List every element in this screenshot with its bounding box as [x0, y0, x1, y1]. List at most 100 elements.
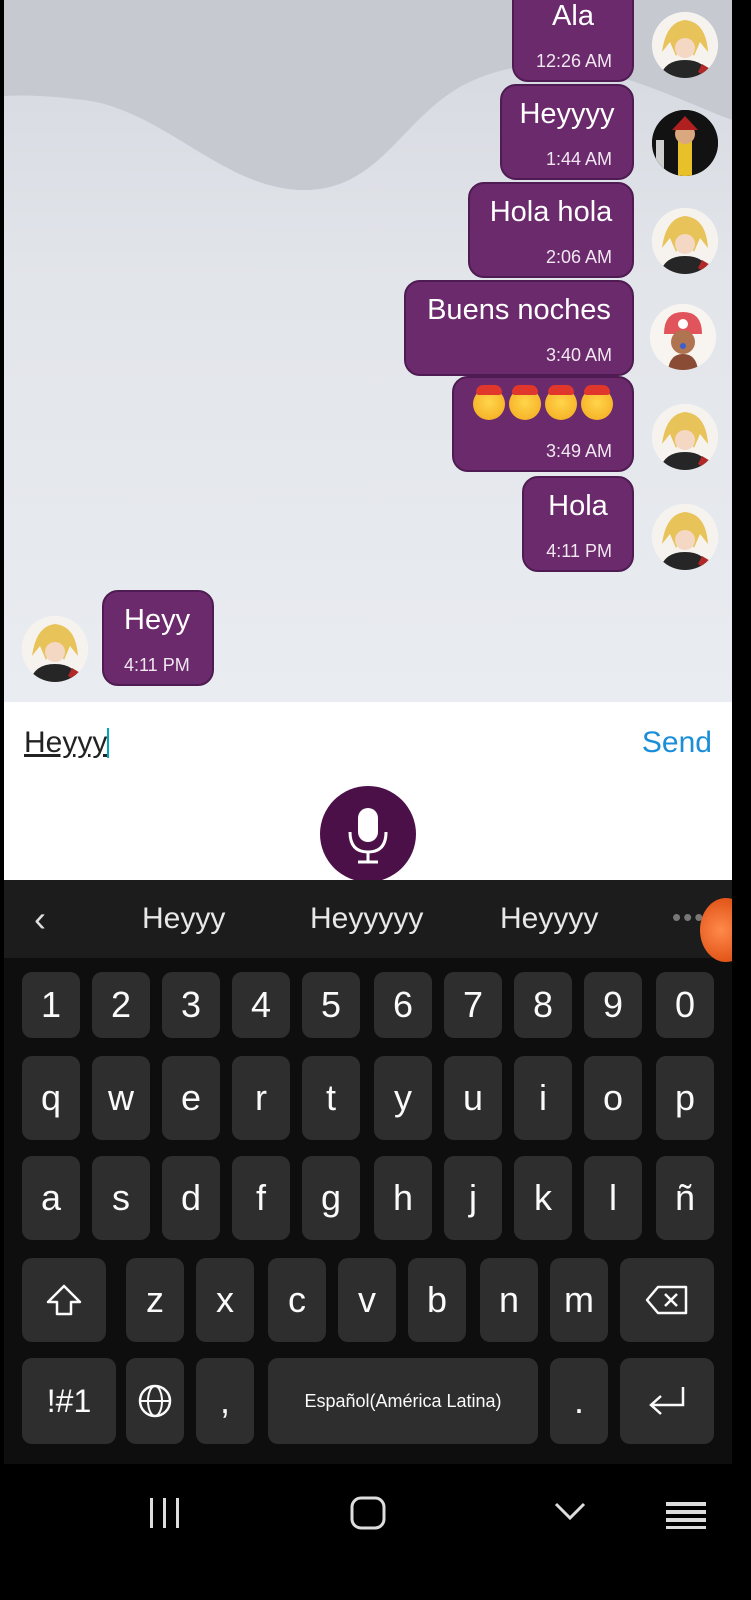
key-j[interactable]: j — [444, 1156, 502, 1240]
key-f[interactable]: f — [232, 1156, 290, 1240]
period-key[interactable]: . — [550, 1358, 608, 1444]
nav-icons — [150, 1496, 706, 1530]
key-8[interactable]: 8 — [514, 972, 572, 1038]
message-bubble[interactable]: Heyy 4:11 PM — [102, 590, 214, 686]
home-icon[interactable] — [350, 1496, 386, 1530]
key-4[interactable]: 4 — [232, 972, 290, 1038]
text-caret — [107, 728, 110, 758]
space-key[interactable]: Español(América Latina) — [268, 1358, 538, 1444]
key-9[interactable]: 9 — [584, 972, 642, 1038]
message-bubble[interactable]: Hola hola 2:06 AM — [468, 182, 634, 278]
symbols-key[interactable]: !#1 — [22, 1358, 116, 1444]
message-time: 4:11 PM — [124, 655, 190, 675]
backspace-key[interactable] — [620, 1258, 714, 1342]
send-button[interactable]: Send — [642, 726, 712, 760]
key-t[interactable]: t — [302, 1056, 360, 1140]
smiling-face-hat-emoji-icon — [545, 385, 577, 420]
message-text: Heyy — [124, 604, 191, 636]
avatar-blonde-icon[interactable] — [652, 12, 718, 78]
enter-icon — [649, 1387, 685, 1415]
avatar-blonde-icon[interactable] — [652, 208, 718, 274]
key-r[interactable]: r — [232, 1056, 290, 1140]
suggestion-3[interactable]: Heyyyy — [500, 902, 598, 936]
key-a[interactable]: a — [22, 1156, 80, 1240]
avatar-blonde-icon[interactable] — [652, 504, 718, 570]
smiling-face-hat-emoji-icon — [473, 385, 505, 420]
key-w[interactable]: w — [92, 1056, 150, 1140]
microphone-icon — [348, 808, 388, 864]
message-text: Buens noches — [427, 294, 611, 326]
key-x[interactable]: x — [196, 1258, 254, 1342]
message-time: 12:26 AM — [535, 51, 612, 71]
globe-icon — [138, 1384, 172, 1418]
key-z[interactable]: z — [126, 1258, 184, 1342]
emoji-row — [454, 385, 632, 425]
comma-key[interactable]: , — [196, 1358, 254, 1444]
key-v[interactable]: v — [338, 1258, 396, 1342]
message-bubble[interactable]: Ala 12:26 AM — [512, 0, 634, 82]
suggestion-1[interactable]: Heyyy — [142, 902, 225, 936]
key-k[interactable]: k — [514, 1156, 572, 1240]
avatar-reindeer-icon[interactable] — [650, 304, 716, 370]
voice-record-button[interactable] — [320, 786, 416, 882]
message-bubble[interactable]: 3:49 AM — [452, 376, 634, 472]
key-b[interactable]: b — [408, 1258, 466, 1342]
suggestion-2[interactable]: Heyyyyy — [310, 902, 423, 936]
key-3[interactable]: 3 — [162, 972, 220, 1038]
smiling-face-hat-emoji-icon — [509, 385, 541, 420]
avatar-blonde-icon[interactable] — [652, 404, 718, 470]
backspace-icon — [645, 1285, 688, 1315]
screen: Ala 12:26 AM Heyyyy 1:44 AM Hola hola 2:… — [4, 0, 732, 1600]
key-7[interactable]: 7 — [444, 972, 502, 1038]
hide-keyboard-icon[interactable] — [554, 1502, 586, 1521]
key-d[interactable]: d — [162, 1156, 220, 1240]
key-n[interactable]: n — [480, 1258, 538, 1342]
key-m[interactable]: m — [550, 1258, 608, 1342]
key-1[interactable]: 1 — [22, 972, 80, 1038]
message-bubble[interactable]: Buens noches 3:40 AM — [404, 280, 634, 376]
avatar-blonde-icon[interactable] — [22, 616, 88, 682]
key-6[interactable]: 6 — [374, 972, 432, 1038]
key-i[interactable]: i — [514, 1056, 572, 1140]
recent-apps-icon[interactable] — [150, 1498, 179, 1528]
key-5[interactable]: 5 — [302, 972, 360, 1038]
message-time: 1:44 AM — [545, 149, 612, 169]
avatar-character-icon[interactable] — [652, 110, 718, 176]
key-n-tilde[interactable]: ñ — [656, 1156, 714, 1240]
key-l[interactable]: l — [584, 1156, 642, 1240]
navigation-bar — [4, 1464, 732, 1600]
message-time: 3:40 AM — [545, 345, 612, 365]
key-c[interactable]: c — [268, 1258, 326, 1342]
message-text: Ala — [552, 0, 594, 32]
key-u[interactable]: u — [444, 1056, 502, 1140]
key-q[interactable]: q — [22, 1056, 80, 1140]
chevron-left-icon[interactable]: ‹ — [34, 898, 46, 940]
message-time: 2:06 AM — [545, 247, 612, 267]
message-text: Heyyyy — [519, 98, 615, 130]
message-composer: Heyyy Send — [4, 702, 732, 882]
chat-area[interactable]: Ala 12:26 AM Heyyyy 1:44 AM Hola hola 2:… — [4, 0, 732, 702]
shift-key[interactable] — [22, 1258, 106, 1342]
message-text: Hola hola — [489, 196, 613, 228]
enter-key[interactable] — [620, 1358, 714, 1444]
message-time: 3:49 AM — [545, 441, 612, 461]
key-s[interactable]: s — [92, 1156, 150, 1240]
message-bubble[interactable]: Heyyyy 1:44 AM — [500, 84, 634, 180]
smiling-face-hat-emoji-icon — [581, 385, 613, 420]
message-input-value: Heyyy — [24, 726, 108, 759]
message-text: Hola — [548, 490, 608, 522]
key-y[interactable]: y — [374, 1056, 432, 1140]
message-time: 4:11 PM — [546, 541, 612, 561]
language-key[interactable] — [126, 1358, 184, 1444]
key-p[interactable]: p — [656, 1056, 714, 1140]
key-g[interactable]: g — [302, 1156, 360, 1240]
keyboard-switch-icon[interactable] — [666, 1502, 706, 1529]
key-o[interactable]: o — [584, 1056, 642, 1140]
key-h[interactable]: h — [374, 1156, 432, 1240]
key-2[interactable]: 2 — [92, 972, 150, 1038]
key-0[interactable]: 0 — [656, 972, 714, 1038]
message-bubble[interactable]: Hola 4:11 PM — [522, 476, 634, 572]
key-e[interactable]: e — [162, 1056, 220, 1140]
message-input[interactable]: Heyyy — [24, 726, 110, 760]
suggestion-bar: ‹ Heyyy Heyyyyy Heyyyy ••• — [4, 880, 732, 962]
